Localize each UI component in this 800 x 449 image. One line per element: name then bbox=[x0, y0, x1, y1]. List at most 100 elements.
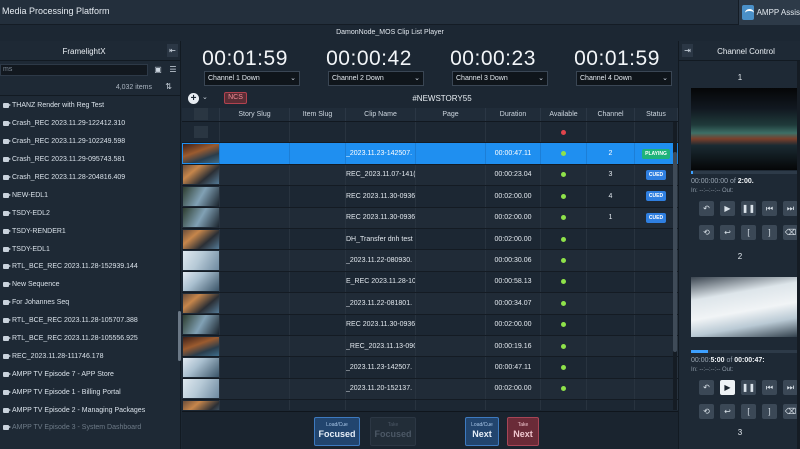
table-row[interactable] bbox=[182, 400, 678, 410]
table-row[interactable]: E_REC 2023.11.28-105 00:00:58.13 bbox=[182, 271, 678, 294]
clip-list-scrollbar[interactable] bbox=[178, 311, 181, 361]
progress-fill bbox=[691, 350, 708, 353]
ampp-assist-button[interactable]: AMPP Assis bbox=[738, 0, 800, 25]
table-scrollbar[interactable] bbox=[673, 122, 677, 410]
table-row-selected[interactable]: _2023.11.23-142507. 00:00:47.11 2 PLAYIN… bbox=[182, 143, 678, 165]
clip-thumbnail bbox=[182, 336, 219, 356]
mark-in-icon[interactable]: [ bbox=[741, 225, 756, 240]
clip-item[interactable]: TSDY-RENDER1 bbox=[0, 222, 178, 240]
clip-item[interactable]: TSDY-EDL1 bbox=[0, 240, 178, 258]
thumbnail-cell bbox=[182, 293, 220, 314]
ncs-badge[interactable]: NCS bbox=[224, 92, 247, 104]
clip-item[interactable]: AMPP TV Episode 3 - System Dashboard bbox=[0, 419, 178, 437]
chevron-down-icon[interactable]: ⌄ bbox=[202, 93, 208, 101]
column-header[interactable]: Item Slug bbox=[290, 108, 346, 121]
step-forward-icon[interactable]: ⏭ bbox=[783, 380, 798, 395]
table-row[interactable]: REC 2023.11.30-0936 00:02:00.00 bbox=[182, 314, 678, 336]
clip-item[interactable]: AMPP TV Episode 7 - APP Store bbox=[0, 365, 178, 383]
clip-item[interactable]: REC_2023.11.28-111746.178 bbox=[0, 347, 178, 365]
play-icon[interactable]: ▶ bbox=[720, 380, 735, 395]
take-focused-button[interactable]: Take Focused bbox=[370, 417, 416, 446]
clip-item[interactable]: Crash_REC 2023.11.29-102249.598 bbox=[0, 133, 178, 151]
search-input[interactable]: ms bbox=[0, 64, 148, 76]
available-dot-icon bbox=[561, 364, 566, 370]
available-cell bbox=[541, 314, 587, 335]
video-clip-icon bbox=[3, 407, 11, 413]
available-dot-icon bbox=[561, 343, 566, 349]
rewind-icon[interactable]: ↶ bbox=[699, 201, 714, 216]
load-cue-next-button[interactable]: Load/Cue Next bbox=[465, 417, 499, 446]
ampp-logo-icon bbox=[742, 5, 754, 20]
sort-arrows-icon[interactable]: ⇅ bbox=[165, 82, 172, 91]
clip-item[interactable]: AMPP TV Episode 2 - Managing Packages bbox=[0, 401, 178, 419]
channel-1-progress[interactable] bbox=[691, 171, 800, 174]
clip-thumbnail bbox=[182, 144, 219, 164]
mark-out-icon[interactable]: ] bbox=[762, 225, 777, 240]
clip-item[interactable]: RTL_BCE_REC 2023.11.28-105707.388 bbox=[0, 312, 178, 330]
column-header[interactable]: Page bbox=[416, 108, 486, 121]
column-header[interactable]: Available bbox=[541, 108, 587, 121]
clip-item[interactable]: AMPP TV Episode 1 - Billing Portal bbox=[0, 383, 178, 401]
column-header[interactable]: Status bbox=[635, 108, 678, 121]
rewind-icon[interactable]: ↶ bbox=[699, 380, 714, 395]
table-row[interactable]: _2023.11.22-081801. 00:00:34.07 bbox=[182, 293, 678, 315]
pause-icon[interactable]: ❚❚ bbox=[741, 201, 756, 216]
add-icon[interactable]: + bbox=[188, 93, 199, 104]
table-row[interactable]: REC 2023.11.30-0936 00:02:00.00 1 CUED bbox=[182, 207, 678, 229]
play-icon[interactable]: ▶ bbox=[720, 201, 735, 216]
thumbnail-cell bbox=[182, 186, 220, 207]
clear-marks-icon[interactable]: ⌫ bbox=[783, 225, 798, 240]
channel-2-progress[interactable] bbox=[691, 350, 800, 353]
clip-item[interactable]: TSDY-EDL2 bbox=[0, 204, 178, 222]
channel-select[interactable]: Channel 3 Down ⌄ bbox=[452, 71, 548, 86]
table-row[interactable]: REC 2023.11.30-0936 00:02:00.00 4 CUED bbox=[182, 186, 678, 208]
channel-select[interactable]: Channel 4 Down ⌄ bbox=[576, 71, 672, 86]
mark-out-icon[interactable]: ] bbox=[762, 404, 777, 419]
thumbnail-cell bbox=[182, 228, 220, 250]
column-header[interactable]: Duration bbox=[486, 108, 541, 121]
load-cue-focused-button[interactable]: Load/Cue Focused bbox=[314, 417, 360, 446]
clear-marks-icon[interactable]: ⌫ bbox=[783, 404, 798, 419]
column-header[interactable]: Story Slug bbox=[220, 108, 290, 121]
status-cell bbox=[635, 314, 678, 335]
table-row[interactable]: _2023.11.23-142507. 00:00:47.11 bbox=[182, 357, 678, 379]
table-row[interactable]: REC_2023.11.07-141( 00:00:23.04 3 CUED bbox=[182, 164, 678, 187]
undo-icon[interactable]: ↩ bbox=[720, 404, 735, 419]
clip-thumbnail bbox=[182, 165, 219, 185]
clip-item[interactable]: NEW-EDL1 bbox=[0, 186, 178, 204]
clip-item[interactable]: For Johannes Seq bbox=[0, 294, 178, 312]
channel-select[interactable]: Channel 2 Down ⌄ bbox=[328, 71, 424, 86]
step-back-icon[interactable]: ⏮ bbox=[762, 380, 777, 395]
step-forward-icon[interactable]: ⏭ bbox=[783, 201, 798, 216]
table-row[interactable]: _REC_2023.11.13-090( 00:00:19.16 bbox=[182, 335, 678, 358]
column-header[interactable]: Channel bbox=[587, 108, 635, 121]
loop-icon[interactable]: ⟲ bbox=[699, 225, 714, 240]
save-icon[interactable]: ▣ bbox=[153, 65, 163, 75]
scrollbar-thumb[interactable] bbox=[673, 152, 677, 352]
step-back-icon[interactable]: ⏮ bbox=[762, 201, 777, 216]
collapse-panel-button[interactable]: ⇤ bbox=[167, 44, 178, 57]
column-header[interactable]: Clip Name bbox=[346, 108, 416, 121]
clip-item[interactable]: Crash_REC 2023.11.29-122412.310 bbox=[0, 115, 178, 133]
channel-select[interactable]: Channel 1 Down ⌄ bbox=[204, 71, 300, 86]
table-row[interactable] bbox=[182, 122, 678, 144]
thumbnail-cell bbox=[182, 271, 220, 293]
undo-icon[interactable]: ↩ bbox=[720, 225, 735, 240]
clip-item[interactable]: THANZ Render with Reg Test bbox=[0, 97, 178, 115]
clip-item[interactable]: RTL_BCE_REC 2023.11.28-105556.925 bbox=[0, 330, 178, 348]
mark-in-icon[interactable]: [ bbox=[741, 404, 756, 419]
clip-item[interactable]: Crash_REC 2023.11.29-095743.581 bbox=[0, 151, 178, 169]
take-next-button[interactable]: Take Next bbox=[507, 417, 539, 446]
clip-item[interactable]: RTL_BCE_REC 2023.11.28-152939.144 bbox=[0, 258, 178, 276]
loop-icon[interactable]: ⟲ bbox=[699, 404, 714, 419]
table-row[interactable]: DH_Transfer dnh test 00:02:00.00 bbox=[182, 228, 678, 251]
clip-name bbox=[346, 400, 416, 410]
table-row[interactable]: _2023.11.22-080930. 00:00:30.06 bbox=[182, 250, 678, 272]
clip-item[interactable]: Crash_REC 2023.11.28-204816.409 bbox=[0, 169, 178, 187]
status-cell: CUED bbox=[635, 186, 678, 207]
clip-item[interactable]: New Sequence bbox=[0, 276, 178, 294]
pause-icon[interactable]: ❚❚ bbox=[741, 380, 756, 395]
table-row[interactable]: _2023.11.20-152137. 00:02:00.00 bbox=[182, 378, 678, 401]
available-dot-icon bbox=[561, 193, 566, 199]
filter-icon[interactable]: ☰ bbox=[168, 65, 178, 75]
